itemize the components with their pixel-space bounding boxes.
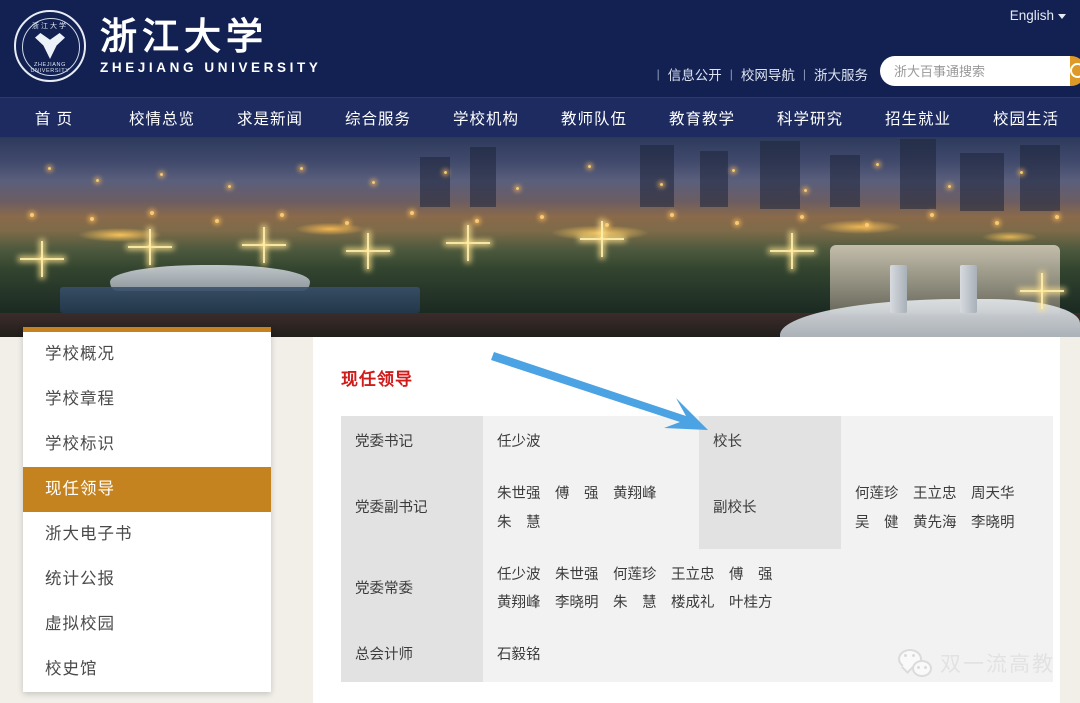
cell-value-party-secretary: 任少波	[483, 416, 699, 469]
value-line-1: 何莲珍 王立忠 周天华	[855, 486, 1015, 503]
nav-item-education[interactable]: 教育教学	[648, 107, 756, 129]
main-navigation: 首 页 校情总览 求是新闻 综合服务 学校机构 教师队伍 教育教学 科学研究 招…	[0, 97, 1080, 137]
campus-banner-image	[0, 137, 1080, 337]
cell-value-president	[841, 416, 1053, 469]
cell-label-standing-committee: 党委常委	[341, 548, 483, 630]
language-label: English	[1009, 8, 1054, 23]
banner-lights-layer	[0, 137, 1080, 337]
link-separator-1: |	[729, 67, 733, 81]
nav-item-research[interactable]: 科学研究	[756, 107, 864, 129]
nav-item-overview[interactable]: 校情总览	[108, 107, 216, 129]
cell-value-standing-committee: 任少波 朱世强 何莲珍 王立忠 傅 强 黄翔峰 李晓明 朱 慧 楼成礼 叶桂方	[483, 548, 1053, 630]
sidebar-item-ebook[interactable]: 浙大电子书	[23, 512, 271, 557]
page-root: 浙江大学 ZHEJIANG UNIVERSITY 浙江大学 ZHEJIANG U…	[0, 0, 1080, 703]
university-seal-icon: 浙江大学 ZHEJIANG UNIVERSITY	[14, 10, 86, 82]
wordmark-chinese: 浙江大学	[100, 14, 268, 59]
header-quick-links: | 信息公开 | 校网导航 | 浙大服务	[657, 64, 868, 84]
cell-label-vice-president: 副校长	[699, 468, 841, 549]
seal-bottom-text: ZHEJIANG UNIVERSITY	[30, 62, 70, 74]
nav-item-news[interactable]: 求是新闻	[216, 107, 324, 129]
sidebar-item-school-profile[interactable]: 学校概况	[23, 332, 271, 377]
watermark-text: 双一流高教	[940, 653, 1055, 676]
search-button[interactable]	[1070, 56, 1080, 86]
cell-value-deputy-party-secretary: 朱世强 傅 强 黄翔峰 朱 慧	[483, 468, 699, 549]
banner-stadium-stand	[60, 287, 420, 313]
quick-link-site-nav[interactable]: 校网导航	[741, 64, 795, 84]
sidebar-item-history-museum[interactable]: 校史馆	[23, 647, 271, 692]
link-separator-2: |	[802, 67, 806, 81]
leadership-table: 党委书记 任少波 校长 党委副书记 朱世强 傅 强 黄翔峰 朱 慧 副校长 何莲…	[341, 416, 1053, 682]
cell-value-vice-president: 何莲珍 王立忠 周天华 吴 健 黄先海 李晓明	[841, 468, 1053, 549]
site-logo[interactable]: 浙江大学 ZHEJIANG UNIVERSITY 浙江大学 ZHEJIANG U…	[14, 10, 321, 82]
nav-item-home[interactable]: 首 页	[0, 107, 108, 129]
value-line-1: 朱世强 傅 强 黄翔峰	[497, 486, 657, 503]
table-row: 党委常委 任少波 朱世强 何莲珍 王立忠 傅 强 黄翔峰 李晓明 朱 慧 楼成礼…	[341, 548, 1053, 630]
seal-top-text: 浙江大学	[32, 23, 68, 30]
search-input[interactable]	[880, 56, 1070, 86]
sidebar-item-virtual-campus[interactable]: 虚拟校园	[23, 602, 271, 647]
overview-dropdown-menu: 学校概况 学校章程 学校标识 现任领导 浙大电子书 统计公报 虚拟校园 校史馆	[23, 327, 271, 692]
language-switcher[interactable]: English	[1010, 8, 1066, 23]
chevron-down-icon	[1058, 14, 1066, 19]
wechat-icon	[898, 649, 932, 677]
sidebar-item-charter[interactable]: 学校章程	[23, 377, 271, 422]
sidebar-item-statistics[interactable]: 统计公报	[23, 557, 271, 602]
cell-label-chief-accountant: 总会计师	[341, 629, 483, 682]
value-line-2: 朱 慧	[497, 514, 541, 531]
link-separator-0: |	[656, 67, 660, 81]
cell-label-party-secretary: 党委书记	[341, 416, 483, 469]
value-line-1: 任少波 朱世强 何莲珍 王立忠 傅 强	[497, 566, 773, 583]
wordmark: 浙江大学 ZHEJIANG UNIVERSITY	[100, 17, 321, 75]
nav-item-campuslife[interactable]: 校园生活	[972, 107, 1080, 129]
table-row: 党委副书记 朱世强 傅 强 黄翔峰 朱 慧 副校长 何莲珍 王立忠 周天华 吴 …	[341, 468, 1053, 549]
nav-item-faculty[interactable]: 教师队伍	[540, 107, 648, 129]
banner-curved-roof	[780, 299, 1080, 337]
seal-emblem-shape	[35, 33, 65, 59]
value-line-2: 吴 健 黄先海 李晓明	[855, 514, 1015, 531]
value-line-2: 黄翔峰 李晓明 朱 慧 楼成礼 叶桂方	[497, 595, 773, 612]
site-header: 浙江大学 ZHEJIANG UNIVERSITY 浙江大学 ZHEJIANG U…	[0, 0, 1080, 97]
cell-label-deputy-party-secretary: 党委副书记	[341, 468, 483, 549]
quick-link-zju-services[interactable]: 浙大服务	[814, 64, 868, 84]
table-row: 党委书记 任少波 校长	[341, 416, 1053, 469]
nav-item-admissions[interactable]: 招生就业	[864, 107, 972, 129]
page-title: 现任领导	[341, 370, 413, 389]
search-icon	[1070, 63, 1080, 79]
sidebar-item-identity[interactable]: 学校标识	[23, 422, 271, 467]
wechat-watermark: 双一流高教	[898, 648, 1055, 678]
header-search	[880, 56, 1080, 86]
quick-link-info-disclosure[interactable]: 信息公开	[668, 64, 722, 84]
wordmark-english: ZHEJIANG UNIVERSITY	[100, 59, 322, 75]
sidebar-item-current-leaders[interactable]: 现任领导	[23, 467, 271, 512]
nav-item-services[interactable]: 综合服务	[324, 107, 432, 129]
nav-item-orgs[interactable]: 学校机构	[432, 107, 540, 129]
cell-label-president: 校长	[699, 416, 841, 469]
